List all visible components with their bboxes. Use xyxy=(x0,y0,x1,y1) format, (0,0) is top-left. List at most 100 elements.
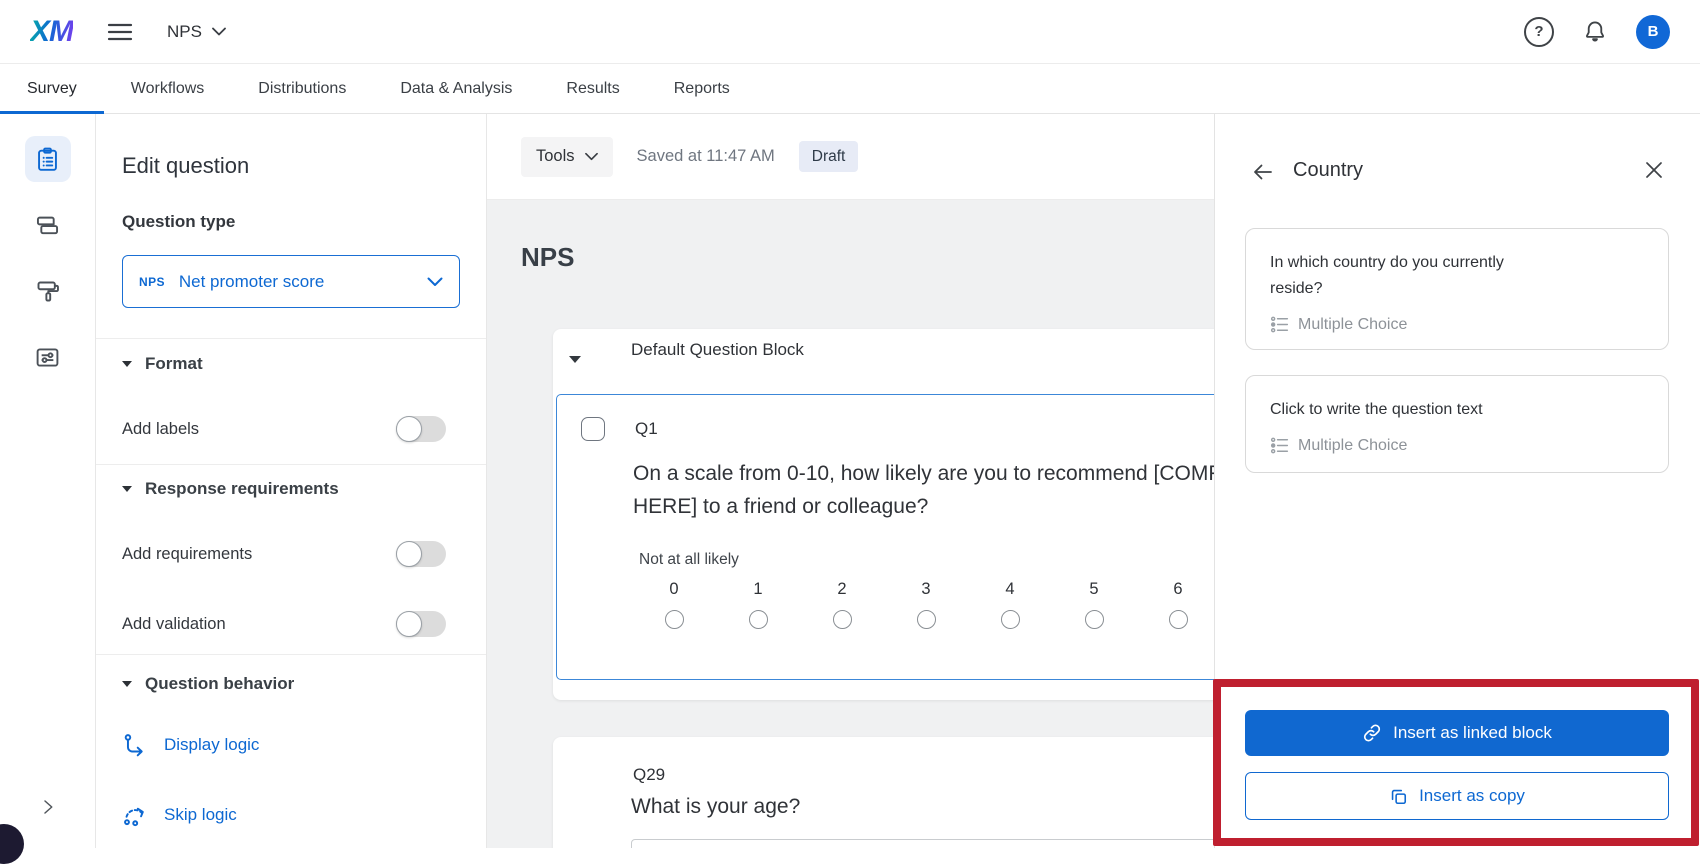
insert-as-linked-block-button[interactable]: Insert as linked block xyxy=(1245,710,1669,756)
clipboard-list-icon xyxy=(34,146,61,173)
display-logic-link[interactable]: Display logic xyxy=(122,732,259,758)
q29-text-entry-box[interactable] xyxy=(631,839,1214,848)
scale-option-3: 3 xyxy=(884,580,968,629)
nps-type-badge: NPS xyxy=(139,275,165,289)
import-question-panel: Country In which country do you currentl… xyxy=(1214,114,1700,848)
tab-workflows[interactable]: Workflows xyxy=(104,64,232,113)
radio-6[interactable] xyxy=(1169,610,1188,629)
help-icon[interactable]: ? xyxy=(1524,17,1554,47)
radio-4[interactable] xyxy=(1001,610,1020,629)
radio-2[interactable] xyxy=(833,610,852,629)
radio-0[interactable] xyxy=(665,610,684,629)
radio-1[interactable] xyxy=(749,610,768,629)
panel-title: Country xyxy=(1293,159,1363,182)
add-validation-toggle[interactable] xyxy=(396,611,446,637)
question-type-label: Question type xyxy=(122,212,235,232)
q1-scale-left-label: Not at all likely xyxy=(639,551,739,569)
toggle-knob xyxy=(396,416,422,442)
skip-logic-link[interactable]: Skip logic xyxy=(122,802,237,828)
notifications-bell-icon[interactable] xyxy=(1582,19,1608,45)
chevron-down-icon xyxy=(212,27,226,36)
question-q1[interactable]: Q1 On a scale from 0-10, how likely are … xyxy=(556,394,1214,680)
collapse-triangle-icon xyxy=(122,486,132,492)
header-actions: ? B xyxy=(1524,15,1670,49)
canvas-toolbar: Tools Saved at 11:47 AM Draft xyxy=(487,114,1214,200)
add-requirements-row: Add requirements xyxy=(122,541,446,567)
question-q29-card[interactable]: Q29 What is your age? xyxy=(553,737,1214,848)
builder-sidebar-rail xyxy=(0,114,96,848)
scale-option-5: 5 xyxy=(1052,580,1136,629)
toggle-knob xyxy=(396,541,422,567)
divider xyxy=(96,654,486,655)
block-title: Default Question Block xyxy=(631,340,804,360)
collapse-triangle-icon xyxy=(122,681,132,687)
multiple-choice-icon xyxy=(1270,436,1289,455)
q1-checkbox[interactable] xyxy=(581,417,605,441)
q29-text[interactable]: What is your age? xyxy=(631,795,800,819)
chevron-right-icon xyxy=(39,798,57,816)
question-type-select[interactable]: NPS Net promoter score xyxy=(122,255,460,308)
question-preview-card-country[interactable]: In which country do you currently reside… xyxy=(1245,228,1669,350)
app-header: XM NPS ? B xyxy=(0,0,1700,64)
tab-distributions[interactable]: Distributions xyxy=(231,64,373,113)
section-response-requirements[interactable]: Response requirements xyxy=(122,479,339,499)
scale-option-6: 6 xyxy=(1136,580,1214,629)
section-question-behavior[interactable]: Question behavior xyxy=(122,674,294,694)
add-labels-toggle[interactable] xyxy=(396,416,446,442)
tab-survey[interactable]: Survey xyxy=(0,64,104,113)
question-type-row: Multiple Choice xyxy=(1270,315,1644,334)
chevron-down-icon xyxy=(427,277,443,287)
expand-sidebar-chevron[interactable] xyxy=(0,798,95,816)
question-type-row: Multiple Choice xyxy=(1270,436,1644,455)
q1-id: Q1 xyxy=(635,419,658,439)
tab-data-analysis[interactable]: Data & Analysis xyxy=(373,64,539,113)
sidebar-item-survey-builder[interactable] xyxy=(25,136,71,182)
blocks-icon xyxy=(34,212,61,239)
scale-option-4: 4 xyxy=(968,580,1052,629)
sidebar-item-survey-options[interactable] xyxy=(25,334,71,380)
close-icon[interactable] xyxy=(1644,160,1664,180)
tab-reports[interactable]: Reports xyxy=(647,64,757,113)
radio-3[interactable] xyxy=(917,610,936,629)
scale-option-2: 2 xyxy=(800,580,884,629)
add-requirements-toggle[interactable] xyxy=(396,541,446,567)
paint-roller-icon xyxy=(34,278,61,305)
survey-title: NPS xyxy=(521,242,574,273)
project-switcher[interactable]: NPS xyxy=(167,22,226,42)
insert-as-copy-button[interactable]: Insert as copy xyxy=(1245,772,1669,820)
top-nav-tabs: Survey Workflows Distributions Data & An… xyxy=(0,64,1700,114)
tools-button[interactable]: Tools xyxy=(521,137,613,177)
xm-logo: XM xyxy=(30,15,73,49)
settings-sliders-icon xyxy=(34,344,61,371)
edit-question-panel: Edit question Question type NPS Net prom… xyxy=(96,114,487,848)
survey-canvas: Tools Saved at 11:47 AM Draft NPS Defaul… xyxy=(487,114,1214,848)
question-block-card: Default Question Block Q1 On a scale fro… xyxy=(553,329,1214,700)
add-labels-row: Add labels xyxy=(122,416,446,442)
edit-question-title: Edit question xyxy=(122,153,249,179)
chevron-down-icon xyxy=(585,152,598,161)
divider xyxy=(96,338,486,339)
q1-scale-row: 0 1 2 3 4 xyxy=(632,580,1214,629)
sidebar-item-look-and-feel[interactable] xyxy=(25,268,71,314)
copy-icon xyxy=(1389,787,1408,806)
add-validation-row: Add validation xyxy=(122,611,446,637)
toggle-knob xyxy=(396,611,422,637)
link-icon xyxy=(1362,723,1382,743)
section-format[interactable]: Format xyxy=(122,354,203,374)
q29-id: Q29 xyxy=(633,765,665,785)
tab-results[interactable]: Results xyxy=(539,64,646,113)
sidebar-item-blocks[interactable] xyxy=(25,202,71,248)
hamburger-menu-icon[interactable] xyxy=(107,21,133,43)
back-arrow-icon[interactable] xyxy=(1251,160,1275,184)
skip-logic-icon xyxy=(122,802,148,828)
question-preview-card-blank[interactable]: Click to write the question text Multipl… xyxy=(1245,375,1669,473)
q1-text[interactable]: On a scale from 0-10, how likely are you… xyxy=(633,457,1214,523)
chat-widget-bubble[interactable] xyxy=(0,824,24,864)
display-logic-icon xyxy=(122,732,148,758)
question-type-value: Net promoter score xyxy=(179,272,325,292)
user-avatar[interactable]: B xyxy=(1636,15,1670,49)
divider xyxy=(96,464,486,465)
block-collapse-triangle-icon[interactable] xyxy=(569,356,581,363)
page-body: Edit question Question type NPS Net prom… xyxy=(0,114,1700,848)
radio-5[interactable] xyxy=(1085,610,1104,629)
